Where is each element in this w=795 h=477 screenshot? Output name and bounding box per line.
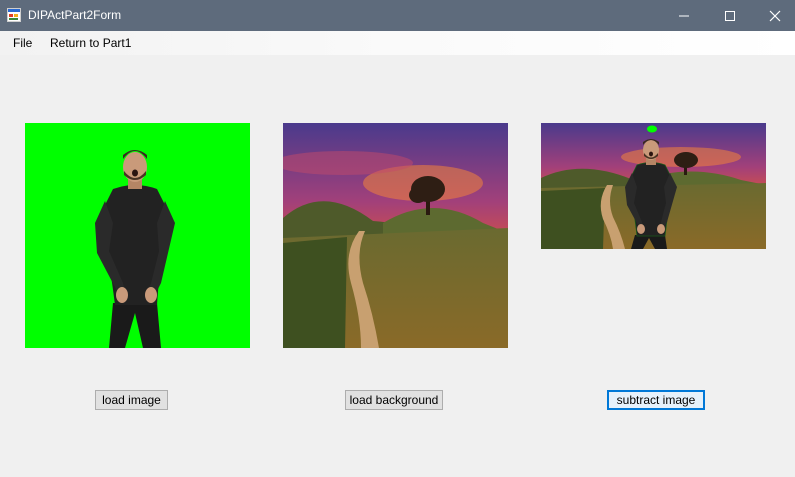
green-screen-person-image [25,123,250,348]
maximize-button[interactable] [707,0,753,31]
maximize-icon [725,10,735,21]
subtract-image-button[interactable]: subtract image [607,390,705,410]
composited-result-image [541,123,766,249]
menu-return-to-part1[interactable]: Return to Part1 [50,36,131,50]
background-image-picturebox [283,123,508,348]
close-icon [769,10,781,21]
sunset-landscape-image [283,123,508,348]
minimize-icon [679,15,689,16]
close-button[interactable] [752,0,795,31]
source-image-picturebox [25,123,250,348]
app-form-icon [7,8,21,22]
window-title: DIPActPart2Form [28,8,122,22]
result-image-picturebox [541,123,766,249]
menu-bar: File Return to Part1 [0,31,795,55]
title-bar[interactable]: DIPActPart2Form [0,0,795,31]
minimize-button[interactable] [661,0,707,31]
menu-file[interactable]: File [13,36,32,50]
load-background-button[interactable]: load background [345,390,443,410]
load-image-button[interactable]: load image [95,390,168,410]
